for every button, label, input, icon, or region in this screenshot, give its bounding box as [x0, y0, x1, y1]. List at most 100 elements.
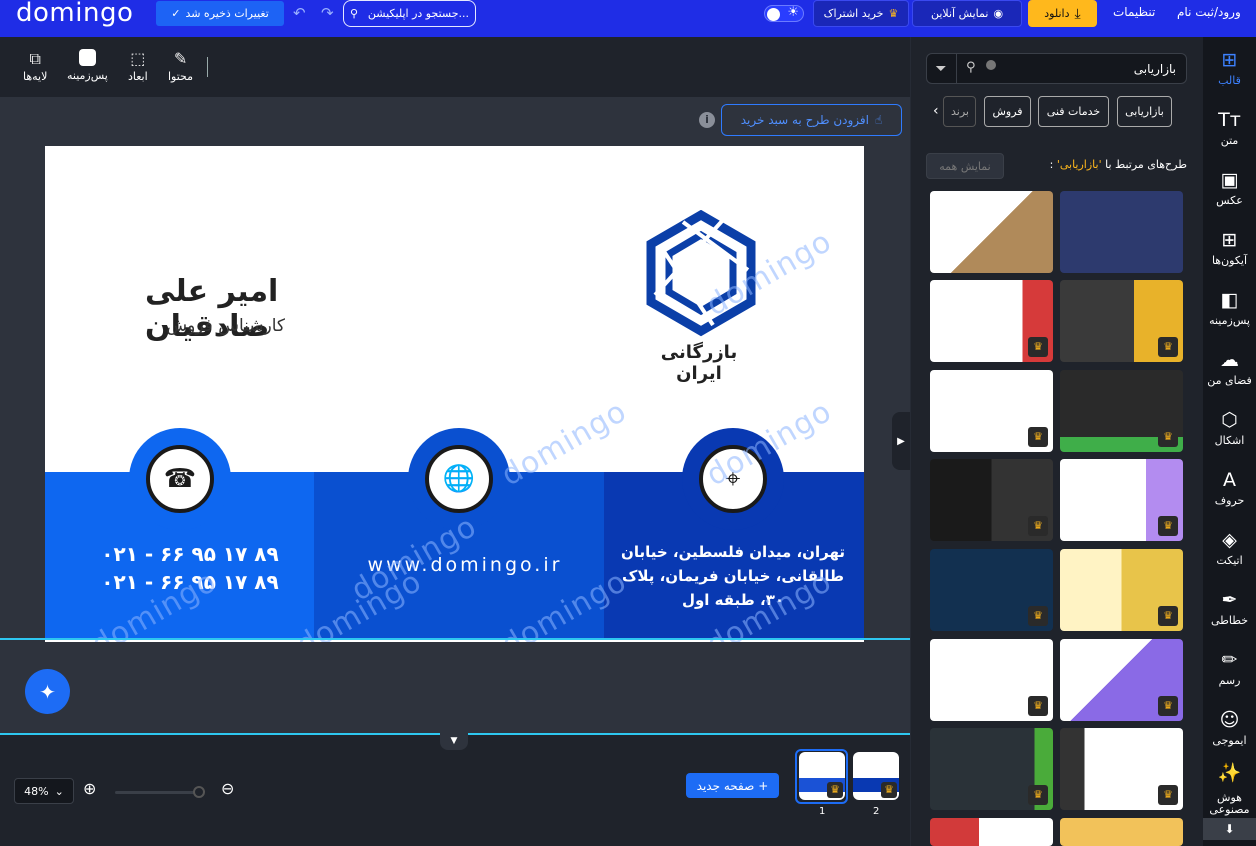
background-swatch-icon	[78, 49, 96, 66]
crown-icon: ♛	[1028, 427, 1048, 447]
nav-text[interactable]: Tт متن	[1203, 109, 1256, 147]
editor-toolbar: ✎ محتوا ⬚ ابعاد پس‌زمینه ⧉ لایه‌ها	[0, 37, 910, 97]
crown-icon: ♛	[881, 782, 897, 798]
nav-labels[interactable]: ◈ اتیکت	[1203, 529, 1256, 567]
template-thumbnail[interactable]: ♛	[930, 728, 1053, 810]
settings-link[interactable]: تنظیمات	[1113, 5, 1155, 19]
globe-icon: 🌐	[425, 445, 493, 513]
info-icon[interactable]: i	[699, 112, 715, 128]
related-heading: طرح‌های مرتبط با 'بازاریابی' :	[1049, 158, 1187, 171]
save-status-button[interactable]: ✓ تغییرات ذخیره شد	[156, 1, 284, 26]
undo-button[interactable]: ↶	[293, 4, 306, 22]
tag-chip[interactable]: بازاریابی	[1117, 96, 1172, 127]
crown-icon: ♛	[1158, 785, 1178, 805]
template-thumbnail[interactable]: ♛	[1060, 370, 1183, 452]
content-tool[interactable]: ✎ محتوا	[168, 49, 193, 83]
chevron-left-icon[interactable]: ‹	[933, 103, 939, 119]
nav-photo[interactable]: ▣ عکس	[1203, 169, 1256, 207]
new-page-button[interactable]: صفحه جدید +	[686, 773, 779, 798]
check-icon: ✓	[171, 7, 181, 20]
template-thumbnail[interactable]: ♛	[1060, 280, 1183, 362]
zoom-slider[interactable]	[115, 791, 203, 794]
add-to-cart-button[interactable]: افزودن طرح به سبد خرید ☝	[721, 104, 902, 136]
grid-icon: ⊞	[1221, 229, 1238, 251]
tag-chip[interactable]: برند	[943, 96, 976, 127]
zoom-slider-handle[interactable]	[193, 786, 205, 798]
nav-my-space[interactable]: ☁ فضای من	[1203, 349, 1256, 387]
clear-search-icon[interactable]	[986, 60, 996, 70]
collapse-pages-button[interactable]: ▼	[440, 732, 468, 750]
toolbar-divider	[207, 57, 208, 77]
page-number: 1	[819, 806, 826, 817]
page-thumbnail[interactable]: ♛	[853, 752, 899, 800]
nav-fonts[interactable]: A حروف	[1203, 469, 1256, 507]
side-icon-bar: ⊞ قالب Tт متن ▣ عکس ⊞ آیکون‌ها ◧ پس‌زمینه ☁ فض…	[1203, 37, 1256, 846]
text-icon: Tт	[1218, 109, 1241, 131]
crown-icon: ♛	[1028, 337, 1048, 357]
sun-icon: ☀	[787, 5, 799, 20]
magic-icon: ✨	[1217, 762, 1242, 784]
dimensions-tool[interactable]: ⬚ ابعاد	[128, 49, 148, 83]
nav-icons[interactable]: ⊞ آیکون‌ها	[1203, 229, 1256, 267]
scroll-down-icon[interactable]: ⬇	[1203, 818, 1256, 840]
pen-icon: ✏	[1221, 649, 1238, 671]
download-button[interactable]: دانلود ⤓	[1028, 0, 1097, 27]
template-thumbnail[interactable]: ♛	[930, 459, 1053, 541]
crown-icon: ♛	[1028, 516, 1048, 536]
redo-button[interactable]: ↷	[321, 4, 334, 22]
template-thumbnail[interactable]: ♛	[1060, 728, 1183, 810]
nav-background[interactable]: ◧ پس‌زمینه	[1203, 289, 1256, 327]
pencil-icon: ✎	[173, 49, 188, 68]
business-card[interactable]: بازرگانی ایران امیر علی صادقیان کارشناس …	[45, 146, 864, 692]
app-search-input[interactable]: جستجو در اپلیکیشن... ⚲	[343, 0, 476, 27]
template-thumbnail[interactable]	[1060, 818, 1183, 846]
online-preview-button[interactable]: نمایش آنلاین ◉	[912, 0, 1022, 27]
subscribe-button[interactable]: خرید اشتراک ♛	[813, 0, 909, 27]
nav-ai[interactable]: ✨ هوش مصنوعی	[1203, 762, 1256, 816]
template-thumbnail[interactable]: ♛	[1060, 549, 1183, 631]
template-thumbnail[interactable]: ♛	[930, 639, 1053, 721]
image-icon: ▣	[1220, 169, 1239, 191]
theme-toggle[interactable]: ☀	[764, 5, 804, 22]
zoom-out-icon[interactable]: ⊖	[221, 779, 234, 798]
panel-toggle-arrow[interactable]: ▶	[892, 412, 910, 470]
hand-icon: ☝	[874, 113, 883, 127]
login-link[interactable]: ورود/ثبت نام	[1177, 5, 1241, 19]
template-thumbnail[interactable]: ♛	[930, 549, 1053, 631]
page-thumbnail[interactable]: ♛	[799, 752, 845, 800]
feather-icon: ✒	[1221, 589, 1238, 611]
tag-chip[interactable]: خدمات فنی	[1038, 96, 1109, 127]
tag-icon: ◈	[1222, 529, 1237, 551]
logo[interactable]: domingo	[16, 0, 133, 28]
crown-icon: ♛	[1158, 696, 1178, 716]
nav-shapes[interactable]: ⬡ اشکال	[1203, 409, 1256, 447]
eye-icon: ◉	[993, 7, 1004, 20]
background-tool[interactable]: پس‌زمینه	[67, 49, 108, 82]
smiley-icon: ☺	[1219, 709, 1240, 731]
template-thumbnail[interactable]	[930, 191, 1053, 273]
nav-templates[interactable]: ⊞ قالب	[1203, 49, 1256, 87]
template-thumbnail[interactable]: ♛	[930, 370, 1053, 452]
tag-chip[interactable]: فروش	[984, 96, 1031, 127]
search-icon[interactable]: ⚲	[966, 60, 976, 75]
nav-emoji[interactable]: ☺ ایموجی	[1203, 709, 1256, 747]
top-bar: domingo ✓ تغییرات ذخیره شد ↶ ↷ جستجو در ا…	[0, 0, 1256, 37]
template-thumbnail[interactable]: ♛	[930, 280, 1053, 362]
zoom-in-icon[interactable]: ⊕	[83, 779, 96, 798]
person-role: کارشناس فروش	[166, 316, 285, 336]
crown-icon: ♛	[888, 7, 899, 20]
crown-icon: ♛	[1158, 427, 1178, 447]
layers-tool[interactable]: ⧉ لایه‌ها	[23, 49, 47, 83]
toggle-knob	[767, 8, 780, 21]
template-thumbnail[interactable]	[930, 818, 1053, 846]
nav-calligraphy[interactable]: ✒ خطاطی	[1203, 589, 1256, 627]
template-thumbnail[interactable]: ♛	[1060, 459, 1183, 541]
cloud-upload-icon: ☁	[1220, 349, 1239, 371]
zoom-select[interactable]: 48% ⌄	[14, 778, 74, 804]
template-thumbnail[interactable]	[1060, 191, 1183, 273]
magic-wand-button[interactable]: ✦	[25, 669, 70, 714]
filter-icon[interactable]: ⏷	[926, 53, 957, 84]
nav-draw[interactable]: ✏ رسم	[1203, 649, 1256, 687]
template-thumbnail[interactable]: ♛	[1060, 639, 1183, 721]
show-all-button[interactable]: نمایش همه	[926, 153, 1004, 179]
